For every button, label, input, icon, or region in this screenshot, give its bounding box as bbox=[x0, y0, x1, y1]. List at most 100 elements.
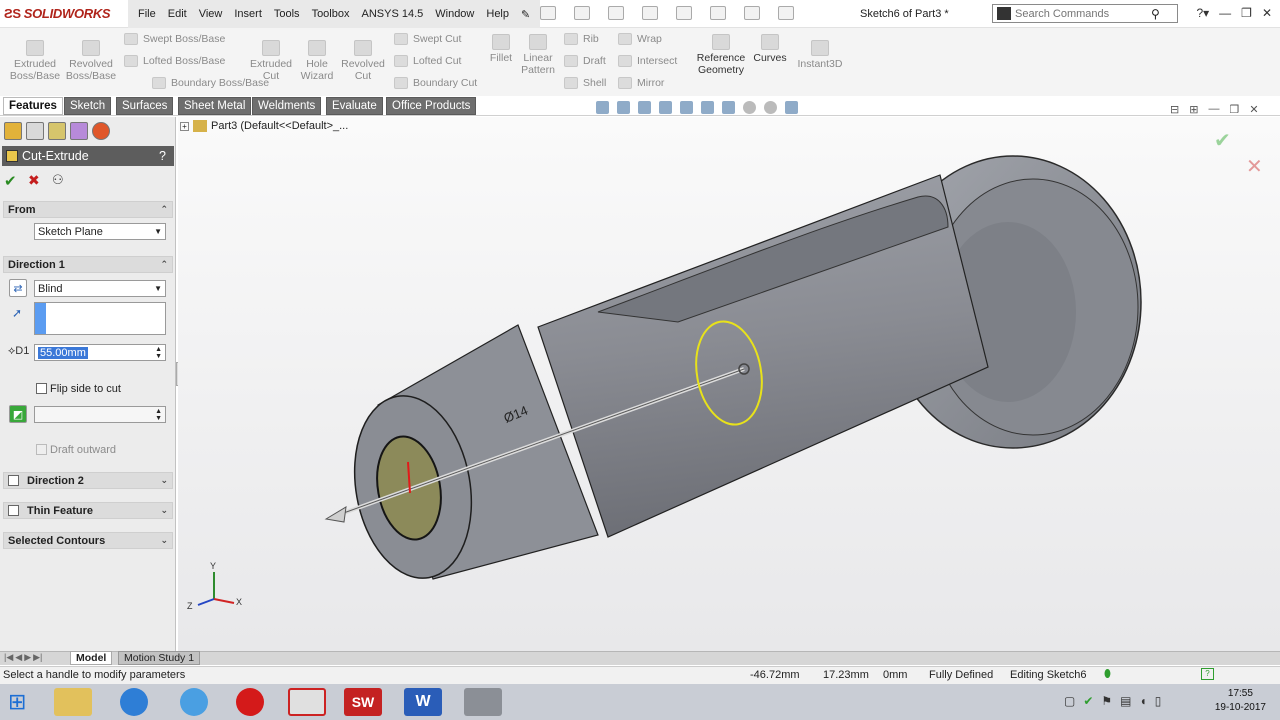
hide-show-icon[interactable] bbox=[722, 101, 735, 114]
tab-surfaces[interactable]: Surfaces bbox=[116, 97, 174, 115]
tab-weldments[interactable]: Weldments bbox=[252, 97, 322, 115]
depth-input[interactable]: 55.00mm ▲ ▼ bbox=[34, 344, 166, 361]
collapse-icon[interactable]: ⌃ bbox=[160, 259, 168, 270]
shield-icon[interactable]: ✔ bbox=[1083, 694, 1093, 708]
direction2-checkbox[interactable] bbox=[8, 475, 19, 486]
flag-icon[interactable]: ⚑ bbox=[1101, 694, 1112, 708]
detailed-preview-icon[interactable]: ⚇ bbox=[52, 172, 64, 188]
word-icon[interactable]: W bbox=[404, 688, 442, 716]
dimxpert-icon[interactable] bbox=[70, 122, 88, 140]
zoom-to-area-icon[interactable] bbox=[617, 101, 630, 114]
lofted-cut-button[interactable]: Lofted Cut bbox=[394, 55, 461, 67]
expand-icon[interactable]: ⌄ bbox=[160, 505, 168, 516]
display-style-icon[interactable] bbox=[701, 101, 714, 114]
from-select[interactable]: Sketch Plane ▼ bbox=[34, 223, 166, 240]
next-icon[interactable]: ▶ bbox=[24, 652, 31, 663]
menu-ansys[interactable]: ANSYS 14.5 bbox=[355, 8, 429, 20]
section-view-icon[interactable] bbox=[659, 101, 672, 114]
feature-manager-icon[interactable] bbox=[4, 122, 22, 140]
wrap-button[interactable]: Wrap bbox=[618, 33, 662, 45]
draft-on-off-icon[interactable]: ◩ bbox=[9, 405, 27, 423]
split-icon[interactable]: ⊞ bbox=[1189, 103, 1198, 116]
arrow-head[interactable] bbox=[324, 506, 347, 523]
solidworks-logo[interactable]: ƧS SOLIDWORKS bbox=[4, 6, 111, 21]
mirror-button[interactable]: Mirror bbox=[618, 77, 664, 89]
previous-view-icon[interactable] bbox=[638, 101, 651, 114]
last-icon[interactable]: ▶| bbox=[33, 652, 42, 663]
tab-sketch[interactable]: Sketch bbox=[64, 97, 112, 115]
select-icon[interactable] bbox=[710, 6, 726, 20]
rebuild-icon[interactable] bbox=[744, 6, 760, 20]
intersect-button[interactable]: Intersect bbox=[618, 55, 677, 67]
viewport-minimize-icon[interactable]: — bbox=[1208, 103, 1219, 116]
configuration-manager-icon[interactable] bbox=[48, 122, 66, 140]
selected-contours-group-header[interactable]: Selected Contours ⌄ bbox=[3, 532, 173, 549]
ok-button[interactable]: ✔ bbox=[4, 172, 17, 190]
new-document-icon[interactable] bbox=[540, 6, 556, 20]
file-explorer-icon[interactable] bbox=[54, 688, 92, 716]
chrome-icon[interactable] bbox=[180, 688, 208, 716]
app-window-icon[interactable] bbox=[464, 688, 502, 716]
options-icon[interactable] bbox=[778, 6, 794, 20]
battery-icon[interactable]: ▯ bbox=[1155, 694, 1162, 708]
print-icon[interactable] bbox=[642, 6, 658, 20]
lofted-boss-button[interactable]: Lofted Boss/Base bbox=[124, 55, 225, 67]
taskbar-clock[interactable]: 17:55 19-10-2017 bbox=[1215, 687, 1266, 715]
reference-geometry-button[interactable]: Reference Geometry bbox=[694, 34, 748, 76]
tab-evaluate[interactable]: Evaluate bbox=[326, 97, 383, 115]
windows-start-icon[interactable]: ⊞ bbox=[8, 690, 34, 714]
from-group-header[interactable]: From ⌃ bbox=[3, 201, 173, 218]
prev-icon[interactable]: ◀ bbox=[15, 652, 22, 663]
restore-icon[interactable]: ❐ bbox=[1241, 6, 1252, 20]
undo-icon[interactable] bbox=[676, 6, 692, 20]
spin-icon[interactable]: ▲ ▼ bbox=[155, 408, 162, 422]
tab-model[interactable]: Model bbox=[70, 651, 113, 665]
internet-explorer-icon[interactable] bbox=[120, 688, 148, 716]
first-icon[interactable]: |◀ bbox=[4, 652, 13, 663]
swept-boss-button[interactable]: Swept Boss/Base bbox=[124, 33, 225, 45]
direction-selection-box[interactable] bbox=[34, 302, 166, 335]
thin-feature-group-header[interactable]: Thin Feature ⌄ bbox=[3, 502, 173, 519]
help-button[interactable]: ? bbox=[159, 149, 166, 163]
expand-icon[interactable]: ⌄ bbox=[160, 535, 168, 546]
rib-button[interactable]: Rib bbox=[564, 33, 599, 45]
draft-button[interactable]: Draft bbox=[564, 55, 606, 67]
solidworks-taskbar-icon[interactable]: SW bbox=[344, 688, 382, 716]
curves-button[interactable]: Curves bbox=[750, 34, 790, 64]
minimize-icon[interactable]: — bbox=[1219, 6, 1231, 20]
linear-pattern-button[interactable]: Linear Pattern bbox=[518, 34, 558, 76]
fillet-button[interactable]: Fillet bbox=[486, 34, 516, 64]
thin-feature-checkbox[interactable] bbox=[8, 505, 19, 516]
tab-office-products[interactable]: Office Products bbox=[386, 97, 477, 115]
extruded-cut-button[interactable]: Extruded Cut bbox=[246, 40, 296, 82]
revolved-cut-button[interactable]: Revolved Cut bbox=[338, 40, 388, 82]
volume-icon[interactable]: ◖ bbox=[1140, 694, 1147, 708]
direction2-group-header[interactable]: Direction 2 ⌄ bbox=[3, 472, 173, 489]
extruded-boss-button[interactable]: Extruded Boss/Base bbox=[10, 40, 60, 82]
acrobat-icon[interactable] bbox=[288, 688, 326, 716]
network-icon[interactable]: ▤ bbox=[1120, 694, 1131, 708]
reverse-direction-icon[interactable]: ⇄ bbox=[9, 279, 27, 297]
viewport-restore-icon[interactable]: ❐ bbox=[1229, 103, 1239, 116]
property-manager-icon[interactable] bbox=[26, 122, 44, 140]
search-icon[interactable]: ⚲ bbox=[1151, 7, 1160, 21]
direction1-group-header[interactable]: Direction 1 ⌃ bbox=[3, 256, 173, 273]
tab-motion-study-1[interactable]: Motion Study 1 bbox=[118, 651, 201, 665]
expand-icon[interactable]: ⌄ bbox=[160, 475, 168, 486]
hole-wizard-button[interactable]: Hole Wizard bbox=[296, 40, 338, 82]
spin-icon[interactable]: ▲ ▼ bbox=[155, 346, 162, 360]
rebuild-status-icon[interactable]: ⬮ bbox=[1104, 668, 1111, 681]
tab-scroll-buttons[interactable]: |◀ ◀ ▶ ▶| bbox=[4, 652, 42, 663]
instant3d-button[interactable]: Instant3D bbox=[794, 40, 846, 70]
tile-icon[interactable]: ⊟ bbox=[1170, 103, 1179, 116]
save-icon[interactable] bbox=[608, 6, 624, 20]
tab-features[interactable]: Features bbox=[3, 97, 63, 115]
tray-chevron-icon[interactable]: ▢ bbox=[1064, 694, 1075, 708]
search-input[interactable] bbox=[1015, 7, 1151, 20]
shell-button[interactable]: Shell bbox=[564, 77, 606, 89]
appearance-icon[interactable] bbox=[743, 101, 756, 114]
pin-icon[interactable]: ✎ bbox=[515, 8, 536, 21]
close-icon[interactable]: ✕ bbox=[1262, 6, 1272, 20]
search-box[interactable]: ⚲ bbox=[992, 4, 1178, 23]
tab-sheet-metal[interactable]: Sheet Metal bbox=[178, 97, 252, 115]
